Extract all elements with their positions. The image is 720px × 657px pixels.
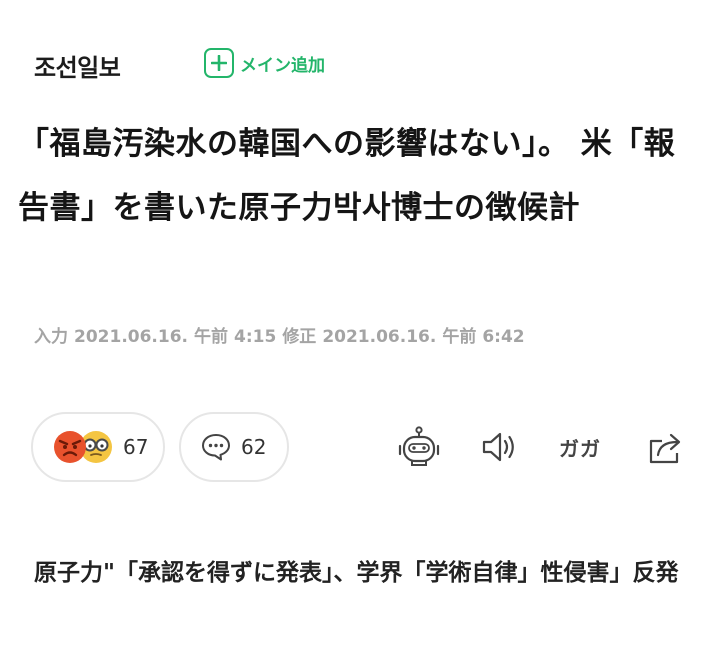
font-size-button[interactable]: ガガ — [552, 425, 608, 469]
input-ampm: 午前 — [194, 327, 229, 347]
share-button[interactable] — [644, 425, 688, 469]
brand-logo[interactable]: 조선일보 — [34, 48, 121, 83]
reaction-emojis — [53, 430, 115, 464]
comment-count: 62 — [241, 435, 267, 459]
modified-label: 修正 — [282, 327, 317, 347]
reaction-button[interactable]: 67 — [31, 412, 165, 482]
font-size-label: ガガ — [559, 436, 601, 461]
reaction-count: 67 — [123, 435, 149, 459]
angry-face-icon — [54, 431, 86, 463]
article-headline: 「福島汚染水の韓国への影響はない」。 米「報告書」を書いた原子力박사博士の徴候計 — [18, 126, 676, 226]
top-header: 조선일보 メイン追加 — [34, 44, 694, 84]
ai-summary-button[interactable] — [394, 425, 444, 469]
add-main-label: メイン追加 — [240, 55, 325, 76]
robot-icon — [398, 426, 440, 466]
modified-ampm: 午前 — [442, 327, 477, 347]
add-main-button[interactable]: メイン追加 — [204, 46, 325, 80]
modified-time: 6:42 — [482, 327, 525, 347]
speaker-icon — [482, 432, 514, 462]
share-icon — [649, 433, 681, 464]
speech-bubble-icon — [202, 434, 230, 461]
listen-button[interactable] — [478, 425, 522, 469]
input-label: 入力 — [34, 327, 68, 347]
input-date: 2021.06.16. — [74, 327, 189, 347]
plus-icon — [204, 48, 234, 78]
input-time: 4:15 — [234, 327, 277, 347]
article-dateline: 入力 2021.06.16. 午前 4:15 修正 2021.06.16. 午前 6:42 — [34, 322, 531, 347]
related-article-link[interactable]: 原子力"「承認を得ずに発表」、学界「学術自律」性侵害」反発 — [34, 545, 694, 601]
comment-button[interactable]: 62 — [179, 412, 289, 482]
modified-date: 2021.06.16. — [322, 327, 437, 347]
